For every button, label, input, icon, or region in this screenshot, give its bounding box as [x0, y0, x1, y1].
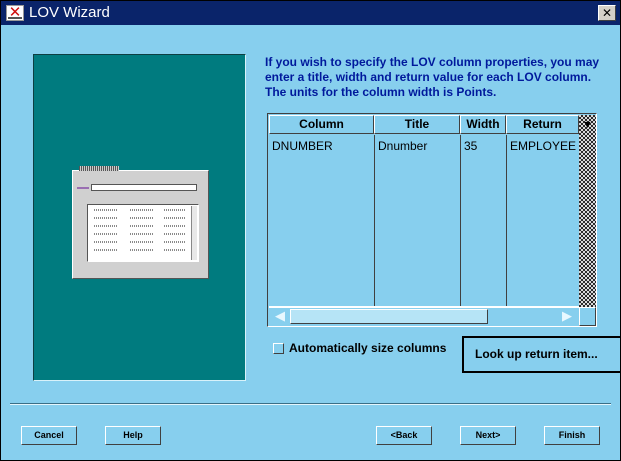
scroll-left-icon[interactable]: ◀: [270, 309, 290, 325]
column-divider: [374, 135, 375, 307]
mini-dialog-graphic: [72, 166, 209, 279]
finish-button[interactable]: Finish: [544, 426, 600, 445]
cell-column[interactable]: DNUMBER: [272, 136, 372, 156]
cell-width[interactable]: 35: [464, 136, 504, 156]
window-title: LOV Wizard: [29, 4, 110, 21]
lov-column-grid[interactable]: Column Title Width Return DNUMBER Dnumbe…: [267, 113, 597, 327]
scroll-up-icon[interactable]: ▼: [579, 116, 596, 133]
header-column[interactable]: Column: [269, 115, 374, 134]
horizontal-scrollbar[interactable]: ◀ ▶: [269, 307, 579, 326]
column-divider: [506, 135, 507, 307]
scroll-corner: [579, 307, 596, 326]
look-up-return-item-button[interactable]: Look up return item...: [462, 336, 620, 373]
lov-wizard-window: ✕ LOV Wizard ✕ If you wish to specify th…: [0, 0, 621, 461]
cell-return[interactable]: EMPLOYEE: [510, 136, 578, 156]
close-icon[interactable]: ✕: [598, 5, 616, 21]
vertical-scrollbar[interactable]: ▼: [579, 115, 596, 307]
app-icon: ✕: [6, 3, 24, 21]
auto-size-checkbox[interactable]: [273, 343, 284, 354]
column-divider: [460, 135, 461, 307]
cell-title[interactable]: Dnumber: [378, 136, 458, 156]
footer-separator: [10, 403, 611, 405]
scroll-right-icon[interactable]: ▶: [557, 309, 577, 325]
header-return[interactable]: Return: [506, 115, 579, 134]
help-button[interactable]: Help: [105, 426, 161, 445]
back-button[interactable]: <Back: [376, 426, 432, 445]
cancel-button[interactable]: Cancel: [21, 426, 77, 445]
wizard-illustration: [33, 54, 246, 381]
header-width[interactable]: Width: [460, 115, 506, 134]
instructions-text: If you wish to specify the LOV column pr…: [265, 55, 600, 99]
header-title[interactable]: Title: [374, 115, 460, 134]
auto-size-label: Automatically size columns: [289, 341, 447, 355]
title-bar: ✕ LOV Wizard ✕: [1, 1, 620, 25]
next-button[interactable]: Next>: [460, 426, 516, 445]
horizontal-scroll-thumb[interactable]: [290, 309, 488, 324]
